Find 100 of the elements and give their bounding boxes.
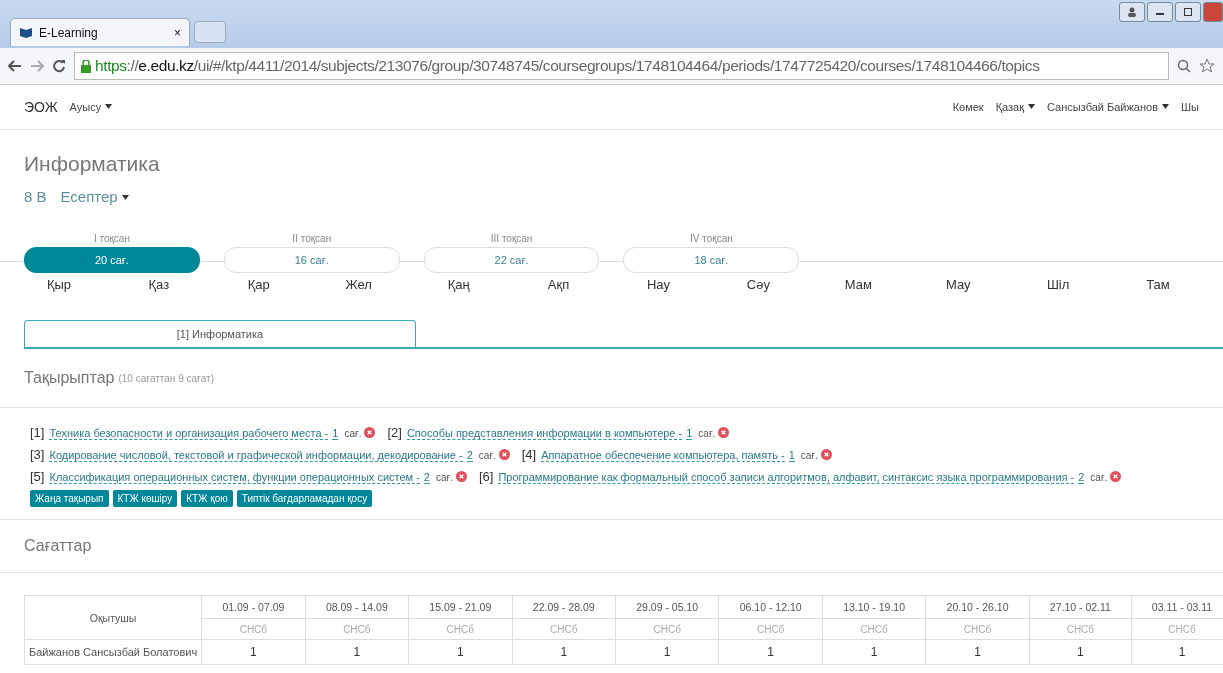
topic-number: [2]	[387, 425, 402, 440]
column-subheader: СНСб	[925, 618, 1030, 640]
hours-unit: сағ.	[800, 450, 818, 461]
month-label: Мау	[944, 277, 972, 292]
topic-number: [1]	[30, 425, 45, 440]
topic-link[interactable]: Программирование как формальный способ записи алгоритмов, алфавит, синтаксис языка программирования -	[498, 471, 1075, 484]
hours-link[interactable]: 2	[1078, 471, 1085, 484]
table-cell: 1	[305, 639, 409, 665]
column-header: 01.09 - 07.09	[201, 595, 306, 619]
month-label: Қар	[246, 277, 271, 292]
topic-action-button[interactable]: Типтік бағдарламадан қосу	[236, 490, 373, 507]
hours-link[interactable]: 1	[788, 449, 795, 462]
nav-dropdown[interactable]: Қазақ	[995, 101, 1036, 113]
column-subheader: СНСб	[408, 618, 512, 640]
nav-link[interactable]: Шы	[1181, 101, 1199, 113]
column-header: Оқытушы	[24, 595, 202, 640]
topic-link[interactable]: Классификация операционных систем, функции операционных систем -	[49, 471, 420, 484]
month-label: Мам	[843, 277, 873, 292]
close-icon[interactable]	[1203, 2, 1223, 22]
column-header: 22.09 - 28.09	[512, 595, 616, 619]
reports-dropdown[interactable]: Есептер	[60, 188, 129, 205]
browser-tab[interactable]: E-Learning ×	[10, 18, 190, 46]
column-header: 15.09 - 21.09	[408, 595, 512, 619]
column-header: 27.10 - 02.11	[1029, 595, 1132, 619]
column-header: 06.10 - 12.10	[718, 595, 823, 619]
remove-icon[interactable]	[498, 449, 510, 460]
hours-link[interactable]: 2	[466, 449, 473, 462]
topic-number: [6]	[479, 469, 494, 484]
column-subheader: СНСб	[201, 618, 306, 640]
quarter-pill[interactable]: 20 сағ.	[24, 247, 200, 273]
topic-number: [3]	[30, 447, 45, 462]
month-label: Қаң	[446, 277, 471, 292]
table-cell: 1	[615, 639, 719, 665]
table-cell: 1	[822, 639, 926, 665]
quarter-pill[interactable]: 18 сағ.	[623, 247, 800, 273]
course-tab[interactable]: [1] Информатика	[24, 320, 416, 347]
table-cell: 1	[512, 639, 616, 665]
column-header: 08.09 - 14.09	[305, 595, 409, 619]
month-label: Жел	[344, 277, 373, 292]
table-cell: 1	[408, 639, 512, 665]
quarter-label: I тоқсан	[93, 233, 130, 244]
back-icon[interactable]	[8, 60, 22, 72]
remove-icon[interactable]	[364, 427, 376, 438]
lock-icon	[81, 59, 91, 73]
column-subheader: СНСб	[305, 618, 409, 640]
page-title: Информатика	[24, 152, 161, 176]
minimize-icon[interactable]	[1147, 2, 1173, 22]
remove-icon[interactable]	[820, 449, 832, 460]
nav-dropdown[interactable]: Сансызбай Байжанов	[1047, 101, 1169, 113]
table-cell: 1	[925, 639, 1030, 665]
month-label: Қыр	[45, 277, 73, 292]
topic-action-button[interactable]: КТЖ көшіру	[112, 490, 178, 507]
forward-icon[interactable]	[30, 60, 44, 72]
reload-icon[interactable]	[52, 59, 66, 73]
hours-unit: сағ.	[1090, 472, 1108, 483]
zoom-icon[interactable]	[1177, 59, 1191, 73]
quarter-pill[interactable]: 22 сағ.	[423, 247, 600, 273]
month-label: Сәу	[745, 277, 771, 292]
column-subheader: СНСб	[615, 618, 719, 640]
hours-link[interactable]: 1	[686, 427, 693, 440]
topic-action-button[interactable]: Жаңа тақырып	[30, 490, 109, 507]
class-label: 8 В	[24, 188, 47, 205]
remove-icon[interactable]	[1110, 471, 1122, 482]
column-subheader: СНСб	[1029, 618, 1132, 640]
brand-link[interactable]: ЭОЖ	[24, 99, 58, 115]
user-icon[interactable]	[1119, 2, 1145, 22]
month-label: Шіл	[1045, 277, 1071, 292]
hours-unit: сағ.	[344, 428, 362, 439]
topic-link[interactable]: Аппаратное обеспечение компьютера, память -	[541, 449, 785, 462]
table-cell: 1	[1029, 639, 1132, 665]
topic-number: [5]	[30, 469, 45, 484]
remove-icon[interactable]	[718, 427, 730, 438]
topic-link[interactable]: Техника безопасности и организация рабочего места -	[49, 427, 329, 440]
address-bar[interactable]: https://e.edu.kz/ui/#/ktp/4411/2014/subjects/213076/group/30748745/coursegroups/1748104464/periods/1747725420/courses/1748104466/topics	[74, 52, 1169, 80]
topic-link[interactable]: Кодирование числовой, текстовой и графической информации, декодирование -	[49, 449, 463, 462]
column-subheader: СНСб	[512, 618, 616, 640]
hours-link[interactable]: 1	[332, 427, 339, 440]
hours-unit: сағ.	[698, 428, 716, 439]
hours-unit: сағ.	[478, 450, 496, 461]
section-subtitle: (10 сағаттан 9 сағат)	[118, 372, 214, 384]
hours-link[interactable]: 2	[423, 471, 430, 484]
book-icon	[19, 26, 33, 39]
switch-dropdown[interactable]: Ауысу	[69, 101, 113, 113]
topic-link[interactable]: Способы представления информации в компьютере -	[406, 427, 683, 440]
topic-action-button[interactable]: КТЖ қою	[181, 490, 233, 507]
close-tab-button[interactable]: ×	[174, 25, 181, 40]
teacher-cell: Байжанов Сансызбай Болатович	[24, 639, 202, 665]
column-header: 29.09 - 05.10	[615, 595, 719, 619]
star-icon[interactable]	[1199, 58, 1215, 74]
maximize-icon[interactable]	[1175, 2, 1201, 22]
column-header: 20.10 - 26.10	[925, 595, 1030, 619]
quarter-pill[interactable]: 16 сағ.	[223, 247, 400, 273]
hours-unit: сағ.	[436, 472, 453, 483]
month-label: Там	[1145, 277, 1171, 292]
table-cell: 1	[718, 639, 823, 665]
caret-icon	[105, 104, 113, 109]
nav-link[interactable]: Көмек	[952, 101, 984, 113]
column-subheader: СНСб	[718, 618, 823, 640]
month-label: Ақп	[546, 277, 571, 292]
remove-icon[interactable]	[456, 471, 467, 482]
